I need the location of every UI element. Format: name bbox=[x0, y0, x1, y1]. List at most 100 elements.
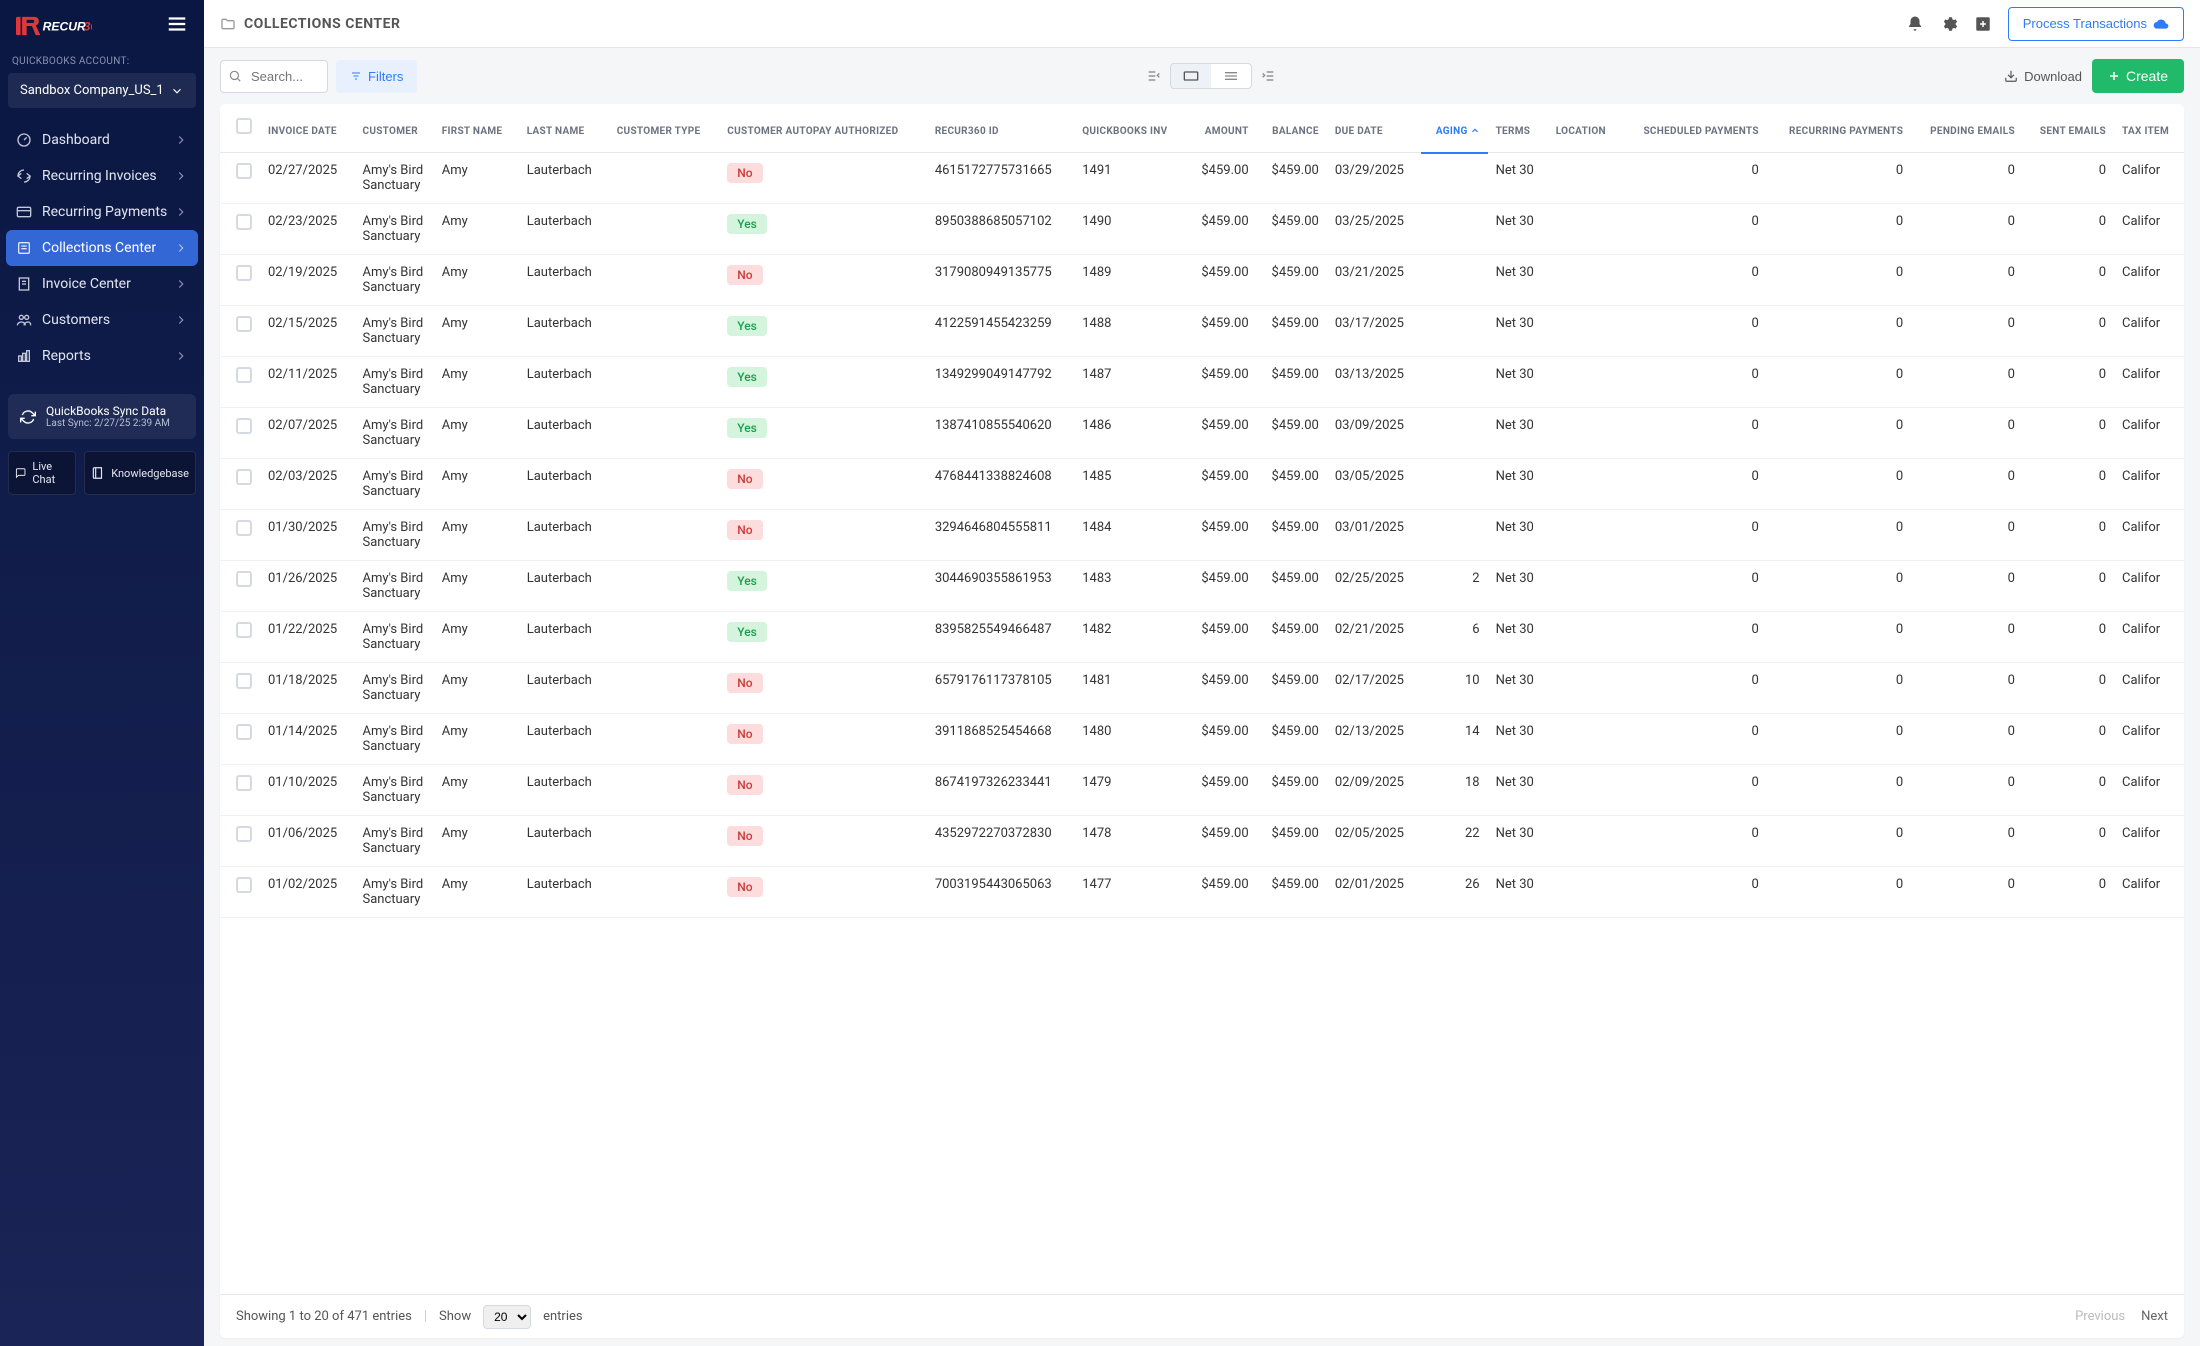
cell-aging bbox=[1421, 153, 1487, 204]
cell-date: 01/14/2025 bbox=[260, 714, 354, 765]
col-customer-autopay-authorized[interactable]: CUSTOMER AUTOPAY AUTHORIZED bbox=[719, 104, 927, 153]
create-button[interactable]: Create bbox=[2092, 59, 2184, 93]
sync-title: QuickBooks Sync Data bbox=[46, 404, 170, 418]
expand-icon[interactable] bbox=[1260, 68, 1276, 84]
sidebar-item-reports[interactable]: Reports bbox=[6, 338, 198, 374]
cell-aging: 22 bbox=[1421, 816, 1487, 867]
cell-due: 03/01/2025 bbox=[1327, 510, 1421, 561]
col-quickbooks-inv[interactable]: QUICKBOOKS INV bbox=[1074, 104, 1186, 153]
col-first-name[interactable]: FIRST NAME bbox=[434, 104, 519, 153]
row-checkbox[interactable] bbox=[236, 673, 252, 689]
table-row[interactable]: 02/23/2025Amy's Bird SanctuaryAmyLauterb… bbox=[220, 204, 2184, 255]
col-recurring-payments[interactable]: RECURRING PAYMENTS bbox=[1767, 104, 1911, 153]
table-row[interactable]: 02/07/2025Amy's Bird SanctuaryAmyLauterb… bbox=[220, 408, 2184, 459]
process-transactions-button[interactable]: Process Transactions bbox=[2008, 7, 2184, 41]
table-row[interactable]: 01/06/2025Amy's Bird SanctuaryAmyLauterb… bbox=[220, 816, 2184, 867]
col-balance[interactable]: BALANCE bbox=[1257, 104, 1327, 153]
col-scheduled-payments[interactable]: SCHEDULED PAYMENTS bbox=[1621, 104, 1767, 153]
row-checkbox[interactable] bbox=[236, 571, 252, 587]
sidebar-item-invoice-center[interactable]: Invoice Center bbox=[6, 266, 198, 302]
table-row[interactable]: 01/18/2025Amy's Bird SanctuaryAmyLauterb… bbox=[220, 663, 2184, 714]
sidebar-item-collections-center[interactable]: Collections Center bbox=[6, 230, 198, 266]
cell-ctype bbox=[609, 714, 720, 765]
cell-terms: Net 30 bbox=[1488, 612, 1548, 663]
row-checkbox[interactable] bbox=[236, 367, 252, 383]
table-row[interactable]: 01/30/2025Amy's Bird SanctuaryAmyLauterb… bbox=[220, 510, 2184, 561]
page-size-select[interactable]: 20 bbox=[483, 1305, 531, 1329]
row-checkbox[interactable] bbox=[236, 418, 252, 434]
live-chat-button[interactable]: Live Chat bbox=[8, 451, 76, 495]
table-row[interactable]: 02/03/2025Amy's Bird SanctuaryAmyLauterb… bbox=[220, 459, 2184, 510]
table-row[interactable]: 01/02/2025Amy's Bird SanctuaryAmyLauterb… bbox=[220, 867, 2184, 918]
gear-icon[interactable] bbox=[1940, 15, 1958, 33]
cell-amt: $459.00 bbox=[1186, 663, 1256, 714]
view-card-button[interactable] bbox=[1171, 64, 1211, 88]
row-checkbox[interactable] bbox=[236, 316, 252, 332]
row-checkbox[interactable] bbox=[236, 826, 252, 842]
row-checkbox[interactable] bbox=[236, 724, 252, 740]
cell-date: 02/15/2025 bbox=[260, 306, 354, 357]
cell-rid: 8950388685057102 bbox=[927, 204, 1074, 255]
col-pending-emails[interactable]: PENDING EMAILS bbox=[1911, 104, 2023, 153]
table-row[interactable]: 02/11/2025Amy's Bird SanctuaryAmyLauterb… bbox=[220, 357, 2184, 408]
row-checkbox[interactable] bbox=[236, 163, 252, 179]
col-terms[interactable]: TERMS bbox=[1488, 104, 1548, 153]
col-amount[interactable]: AMOUNT bbox=[1186, 104, 1256, 153]
cell-amt: $459.00 bbox=[1186, 255, 1256, 306]
col-last-name[interactable]: LAST NAME bbox=[519, 104, 609, 153]
select-all-checkbox[interactable] bbox=[236, 118, 252, 134]
bell-icon[interactable] bbox=[1906, 15, 1924, 33]
col-customer-type[interactable]: CUSTOMER TYPE bbox=[609, 104, 720, 153]
row-checkbox[interactable] bbox=[236, 214, 252, 230]
row-checkbox[interactable] bbox=[236, 520, 252, 536]
prev-button[interactable]: Previous bbox=[2075, 1309, 2125, 1324]
view-list-button[interactable] bbox=[1211, 64, 1251, 88]
cell-terms: Net 30 bbox=[1488, 357, 1548, 408]
col-aging[interactable]: AGING bbox=[1421, 104, 1487, 153]
collections-table: INVOICE DATECUSTOMERFIRST NAMELAST NAMEC… bbox=[220, 104, 2184, 918]
sidebar-item-dashboard[interactable]: Dashboard bbox=[6, 122, 198, 158]
table-row[interactable]: 01/22/2025Amy's Bird SanctuaryAmyLauterb… bbox=[220, 612, 2184, 663]
table-row[interactable]: 01/10/2025Amy's Bird SanctuaryAmyLauterb… bbox=[220, 765, 2184, 816]
cell-bal: $459.00 bbox=[1257, 510, 1327, 561]
row-checkbox[interactable] bbox=[236, 622, 252, 638]
download-icon bbox=[2004, 69, 2018, 83]
row-checkbox[interactable] bbox=[236, 877, 252, 893]
col-due-date[interactable]: DUE DATE bbox=[1327, 104, 1421, 153]
col-invoice-date[interactable]: INVOICE DATE bbox=[260, 104, 354, 153]
cell-date: 02/07/2025 bbox=[260, 408, 354, 459]
collapse-icon[interactable] bbox=[1146, 68, 1162, 84]
row-checkbox[interactable] bbox=[236, 265, 252, 281]
knowledgebase-button[interactable]: Knowledgebase bbox=[84, 451, 196, 495]
table-row[interactable]: 02/19/2025Amy's Bird SanctuaryAmyLauterb… bbox=[220, 255, 2184, 306]
menu-toggle-icon[interactable] bbox=[166, 13, 188, 39]
cell-amt: $459.00 bbox=[1186, 408, 1256, 459]
filters-button[interactable]: Filters bbox=[336, 60, 417, 93]
sync-sub: Last Sync: 2/27/25 2:39 AM bbox=[46, 418, 170, 429]
account-dropdown[interactable]: Sandbox Company_US_1 bbox=[8, 73, 196, 108]
sidebar-item-recurring-payments[interactable]: Recurring Payments bbox=[6, 194, 198, 230]
sidebar-nav: DashboardRecurring InvoicesRecurring Pay… bbox=[0, 118, 204, 378]
row-checkbox[interactable] bbox=[236, 469, 252, 485]
table-row[interactable]: 02/27/2025Amy's Bird SanctuaryAmyLauterb… bbox=[220, 153, 2184, 204]
col-tax-item[interactable]: TAX ITEM bbox=[2114, 104, 2184, 153]
cell-tax: Califor bbox=[2114, 714, 2184, 765]
cell-cust: Amy's Bird Sanctuary bbox=[354, 663, 433, 714]
row-checkbox[interactable] bbox=[236, 775, 252, 791]
table-row[interactable]: 02/15/2025Amy's Bird SanctuaryAmyLauterb… bbox=[220, 306, 2184, 357]
download-button[interactable]: Download bbox=[2004, 69, 2082, 84]
sidebar-item-recurring-invoices[interactable]: Recurring Invoices bbox=[6, 158, 198, 194]
col-location[interactable]: LOCATION bbox=[1548, 104, 1621, 153]
next-button[interactable]: Next bbox=[2141, 1309, 2168, 1324]
plus-box-icon[interactable] bbox=[1974, 15, 1992, 33]
table-row[interactable]: 01/26/2025Amy's Bird SanctuaryAmyLauterb… bbox=[220, 561, 2184, 612]
col-customer[interactable]: CUSTOMER bbox=[354, 104, 433, 153]
sync-button[interactable]: QuickBooks Sync Data Last Sync: 2/27/25 … bbox=[8, 394, 196, 439]
col-sent-emails[interactable]: SENT EMAILS bbox=[2023, 104, 2114, 153]
col-recur360-id[interactable]: RECUR360 ID bbox=[927, 104, 1074, 153]
cell-pe: 0 bbox=[1911, 408, 2023, 459]
sidebar-item-customers[interactable]: Customers bbox=[6, 302, 198, 338]
cell-qinv: 1490 bbox=[1074, 204, 1186, 255]
cell-date: 01/26/2025 bbox=[260, 561, 354, 612]
table-row[interactable]: 01/14/2025Amy's Bird SanctuaryAmyLauterb… bbox=[220, 714, 2184, 765]
